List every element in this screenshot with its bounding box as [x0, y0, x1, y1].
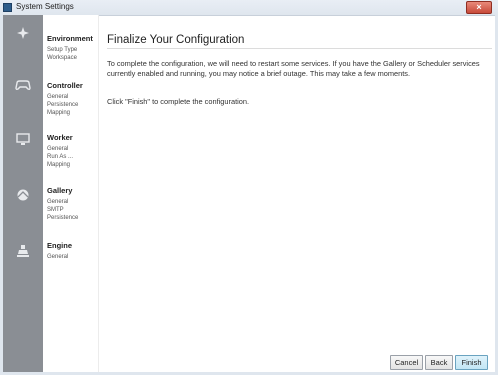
nav-section-environment[interactable]: Environment — [47, 34, 93, 43]
environment-icon[interactable] — [15, 26, 31, 40]
window-title: System Settings — [16, 2, 74, 11]
nav-section-controller[interactable]: Controller — [47, 81, 83, 90]
nav-item-smtp[interactable]: SMTP — [47, 207, 64, 213]
worker-icon[interactable] — [15, 132, 31, 146]
app-icon — [3, 3, 12, 12]
settings-nav: Environment Setup Type Workspace Control… — [43, 15, 99, 372]
main-panel: Finalize Your Configuration To complete … — [99, 15, 492, 372]
nav-item-setup-type[interactable]: Setup Type — [47, 47, 77, 53]
finish-instruction: Click "Finish" to complete the configura… — [107, 97, 250, 106]
title-bar: System Settings × — [0, 0, 498, 16]
nav-item-controller-general[interactable]: General — [47, 94, 68, 100]
title-divider — [107, 48, 492, 49]
nav-item-run-as[interactable]: Run As ... — [47, 154, 73, 160]
nav-item-controller-mapping[interactable]: Mapping — [47, 110, 70, 116]
nav-item-worker-general[interactable]: General — [47, 146, 68, 152]
icon-rail — [3, 15, 43, 372]
nav-item-gallery-persistence[interactable]: Persistence — [47, 215, 78, 221]
page-title: Finalize Your Configuration — [107, 34, 245, 46]
engine-icon[interactable] — [15, 244, 31, 258]
nav-item-controller-persistence[interactable]: Persistence — [47, 102, 78, 108]
controller-icon[interactable] — [15, 78, 31, 92]
finish-button[interactable]: Finish — [455, 355, 488, 370]
nav-item-gallery-general[interactable]: General — [47, 199, 68, 205]
gallery-icon[interactable] — [15, 188, 31, 202]
cancel-button[interactable]: Cancel — [390, 355, 423, 370]
nav-section-worker[interactable]: Worker — [47, 133, 73, 142]
nav-item-workspace[interactable]: Workspace — [47, 55, 77, 61]
back-button[interactable]: Back — [425, 355, 453, 370]
nav-section-gallery[interactable]: Gallery — [47, 186, 72, 195]
nav-item-engine-general[interactable]: General — [47, 254, 68, 260]
nav-item-worker-mapping[interactable]: Mapping — [47, 162, 70, 168]
close-button[interactable]: × — [466, 1, 492, 14]
nav-section-engine[interactable]: Engine — [47, 241, 72, 250]
restart-notice: To complete the configuration, we will n… — [107, 59, 480, 78]
